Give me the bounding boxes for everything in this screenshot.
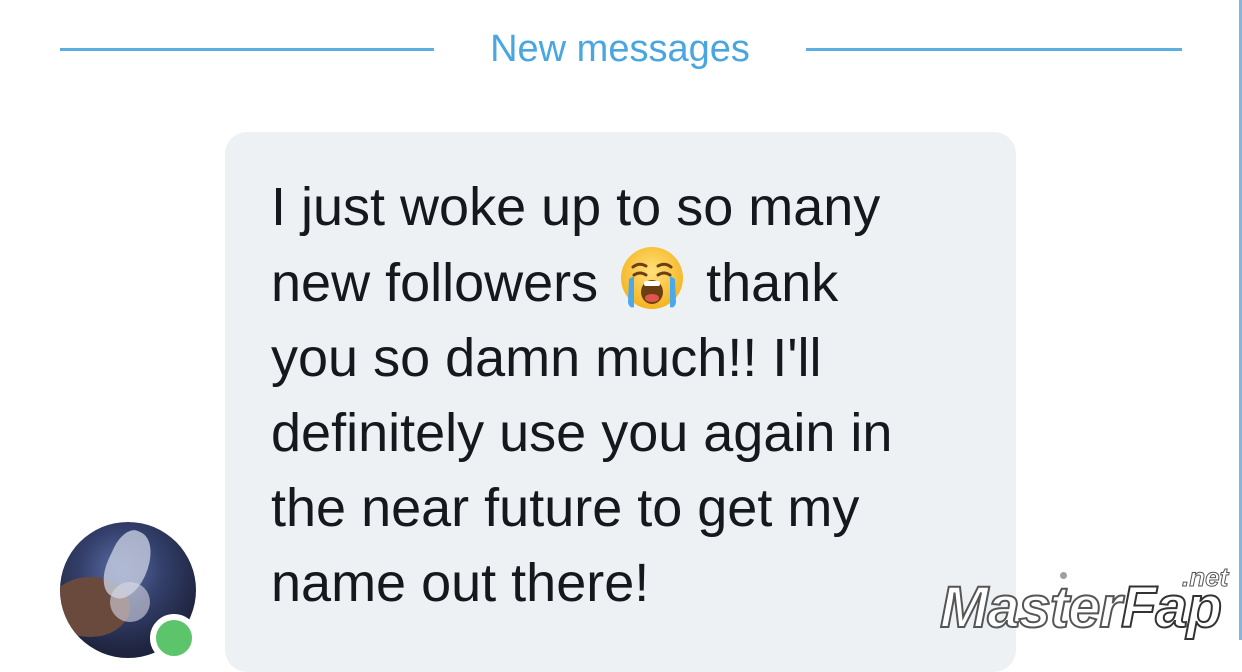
watermark-logo: MasterFap .net xyxy=(939,562,1240,641)
new-messages-divider: New messages xyxy=(60,22,1182,76)
online-status-indicator xyxy=(150,614,198,662)
watermark-master: Master xyxy=(939,575,1123,641)
loudly-crying-face-icon xyxy=(619,245,685,311)
divider-label: New messages xyxy=(490,28,750,70)
avatar-detail xyxy=(110,582,150,622)
watermark-text: MasterFap xyxy=(939,575,1223,641)
divider-line-right xyxy=(806,48,1182,51)
divider-line-left xyxy=(60,48,434,51)
watermark-suffix: .net xyxy=(1181,562,1229,593)
message-bubble[interactable]: I just woke up to so many new followers … xyxy=(225,132,1016,672)
message-text: I just woke up to so many new followers … xyxy=(271,170,991,621)
